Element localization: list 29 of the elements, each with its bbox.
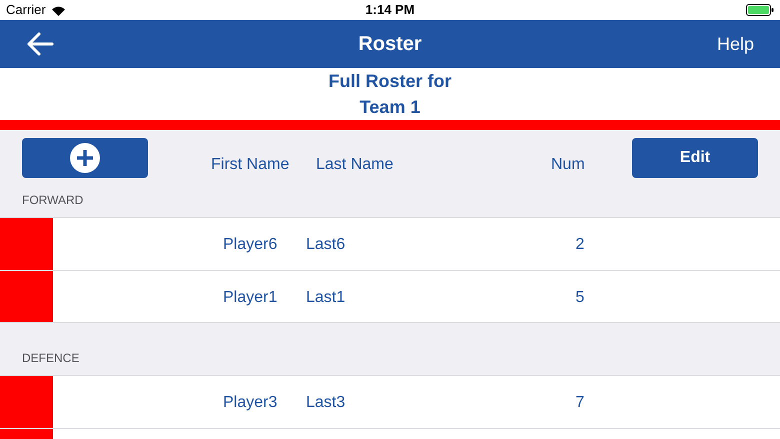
first-name: Player1 [223,288,278,308]
first-name: Player6 [223,235,278,255]
section-header: FORWARD [22,192,84,209]
roster-row[interactable]: Player1 Last1 5 [0,270,780,323]
battery-icon [746,4,774,16]
roster-heading: Full Roster for [328,70,452,93]
edit-button[interactable]: Edit [632,138,758,178]
roster-row[interactable]: Player6 Last6 2 [0,217,780,270]
column-header: First Name [211,155,290,175]
clock-text: 1:14 PM [365,1,415,20]
roster-row[interactable]: Player3 Last3 7 [0,375,780,428]
carrier-text: Carrier [6,1,46,20]
back-arrow-icon[interactable] [26,32,54,56]
last-name: Last3 [306,393,346,413]
last-name: Last1 [306,288,346,308]
column-header: Last Name [316,155,394,175]
player-number: 5 [574,288,586,308]
plus-icon [70,143,100,173]
section-header: DEFENCE [22,350,80,367]
wifi-icon [50,4,66,16]
last-name: Last6 [306,235,346,255]
player-number: 7 [574,393,586,413]
screen-title: Roster [358,32,422,57]
help-button[interactable]: Help [716,30,754,58]
player-number: 2 [574,235,586,255]
add-button[interactable] [22,138,148,178]
column-header: Num [551,155,585,175]
roster-heading: Team 1 [360,96,420,119]
first-name: Player3 [223,393,278,413]
